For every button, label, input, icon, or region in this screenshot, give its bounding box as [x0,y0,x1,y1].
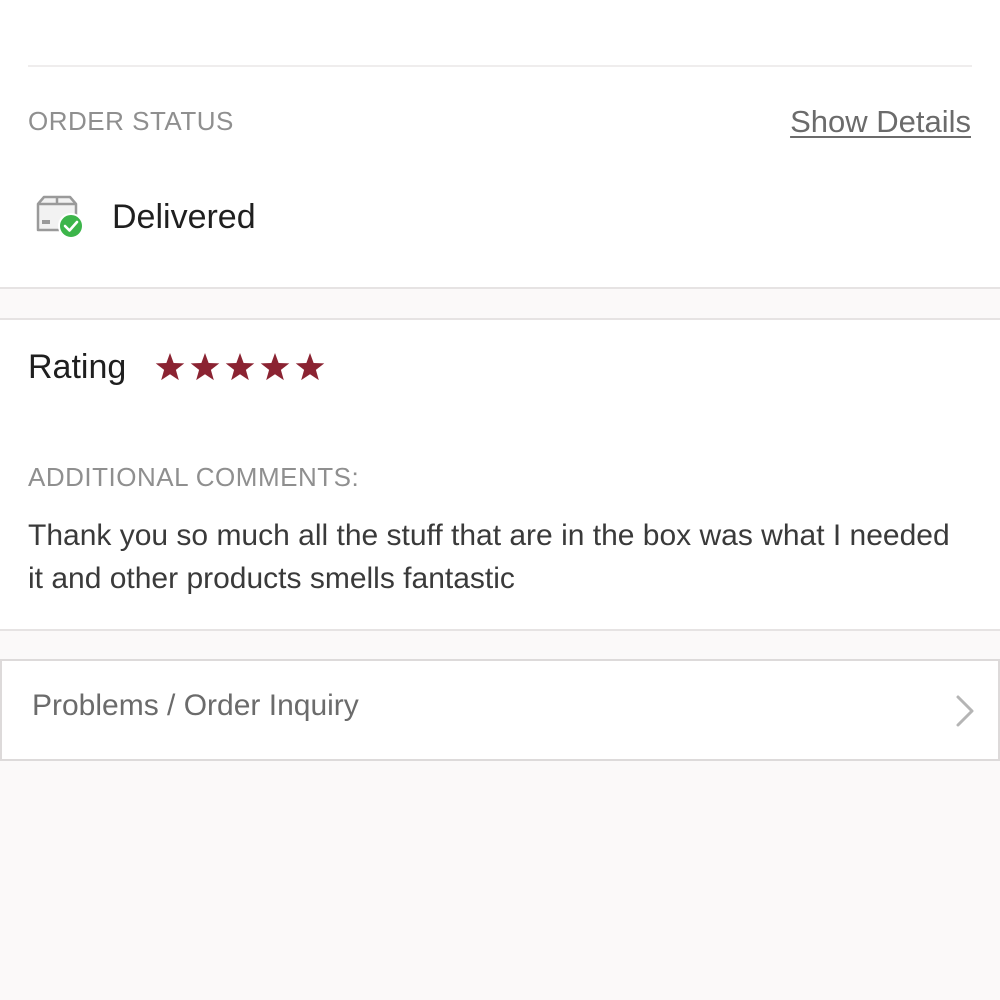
star-icon [260,353,290,381]
order-inquiry-row[interactable]: Problems / Order Inquiry [0,659,1000,761]
box-check-icon [36,195,84,239]
star-icon [155,353,185,381]
status-text: Delivered [112,198,256,236]
order-status-card: ORDER STATUS Show Details Delivered [0,0,1000,289]
star-icon [225,353,255,381]
star-icon [190,353,220,381]
order-inquiry-label: Problems / Order Inquiry [32,689,359,722]
comments-text: Thank you so much all the stuff that are… [28,519,950,595]
star-icon [295,353,325,381]
star-rating [155,352,325,386]
comments-heading: ADDITIONAL COMMENTS: [28,462,360,492]
divider [28,65,972,67]
show-details-link[interactable]: Show Details [790,104,971,140]
order-status-heading: ORDER STATUS [28,106,234,136]
rating-label: Rating [28,348,127,386]
chevron-right-icon [956,695,974,727]
